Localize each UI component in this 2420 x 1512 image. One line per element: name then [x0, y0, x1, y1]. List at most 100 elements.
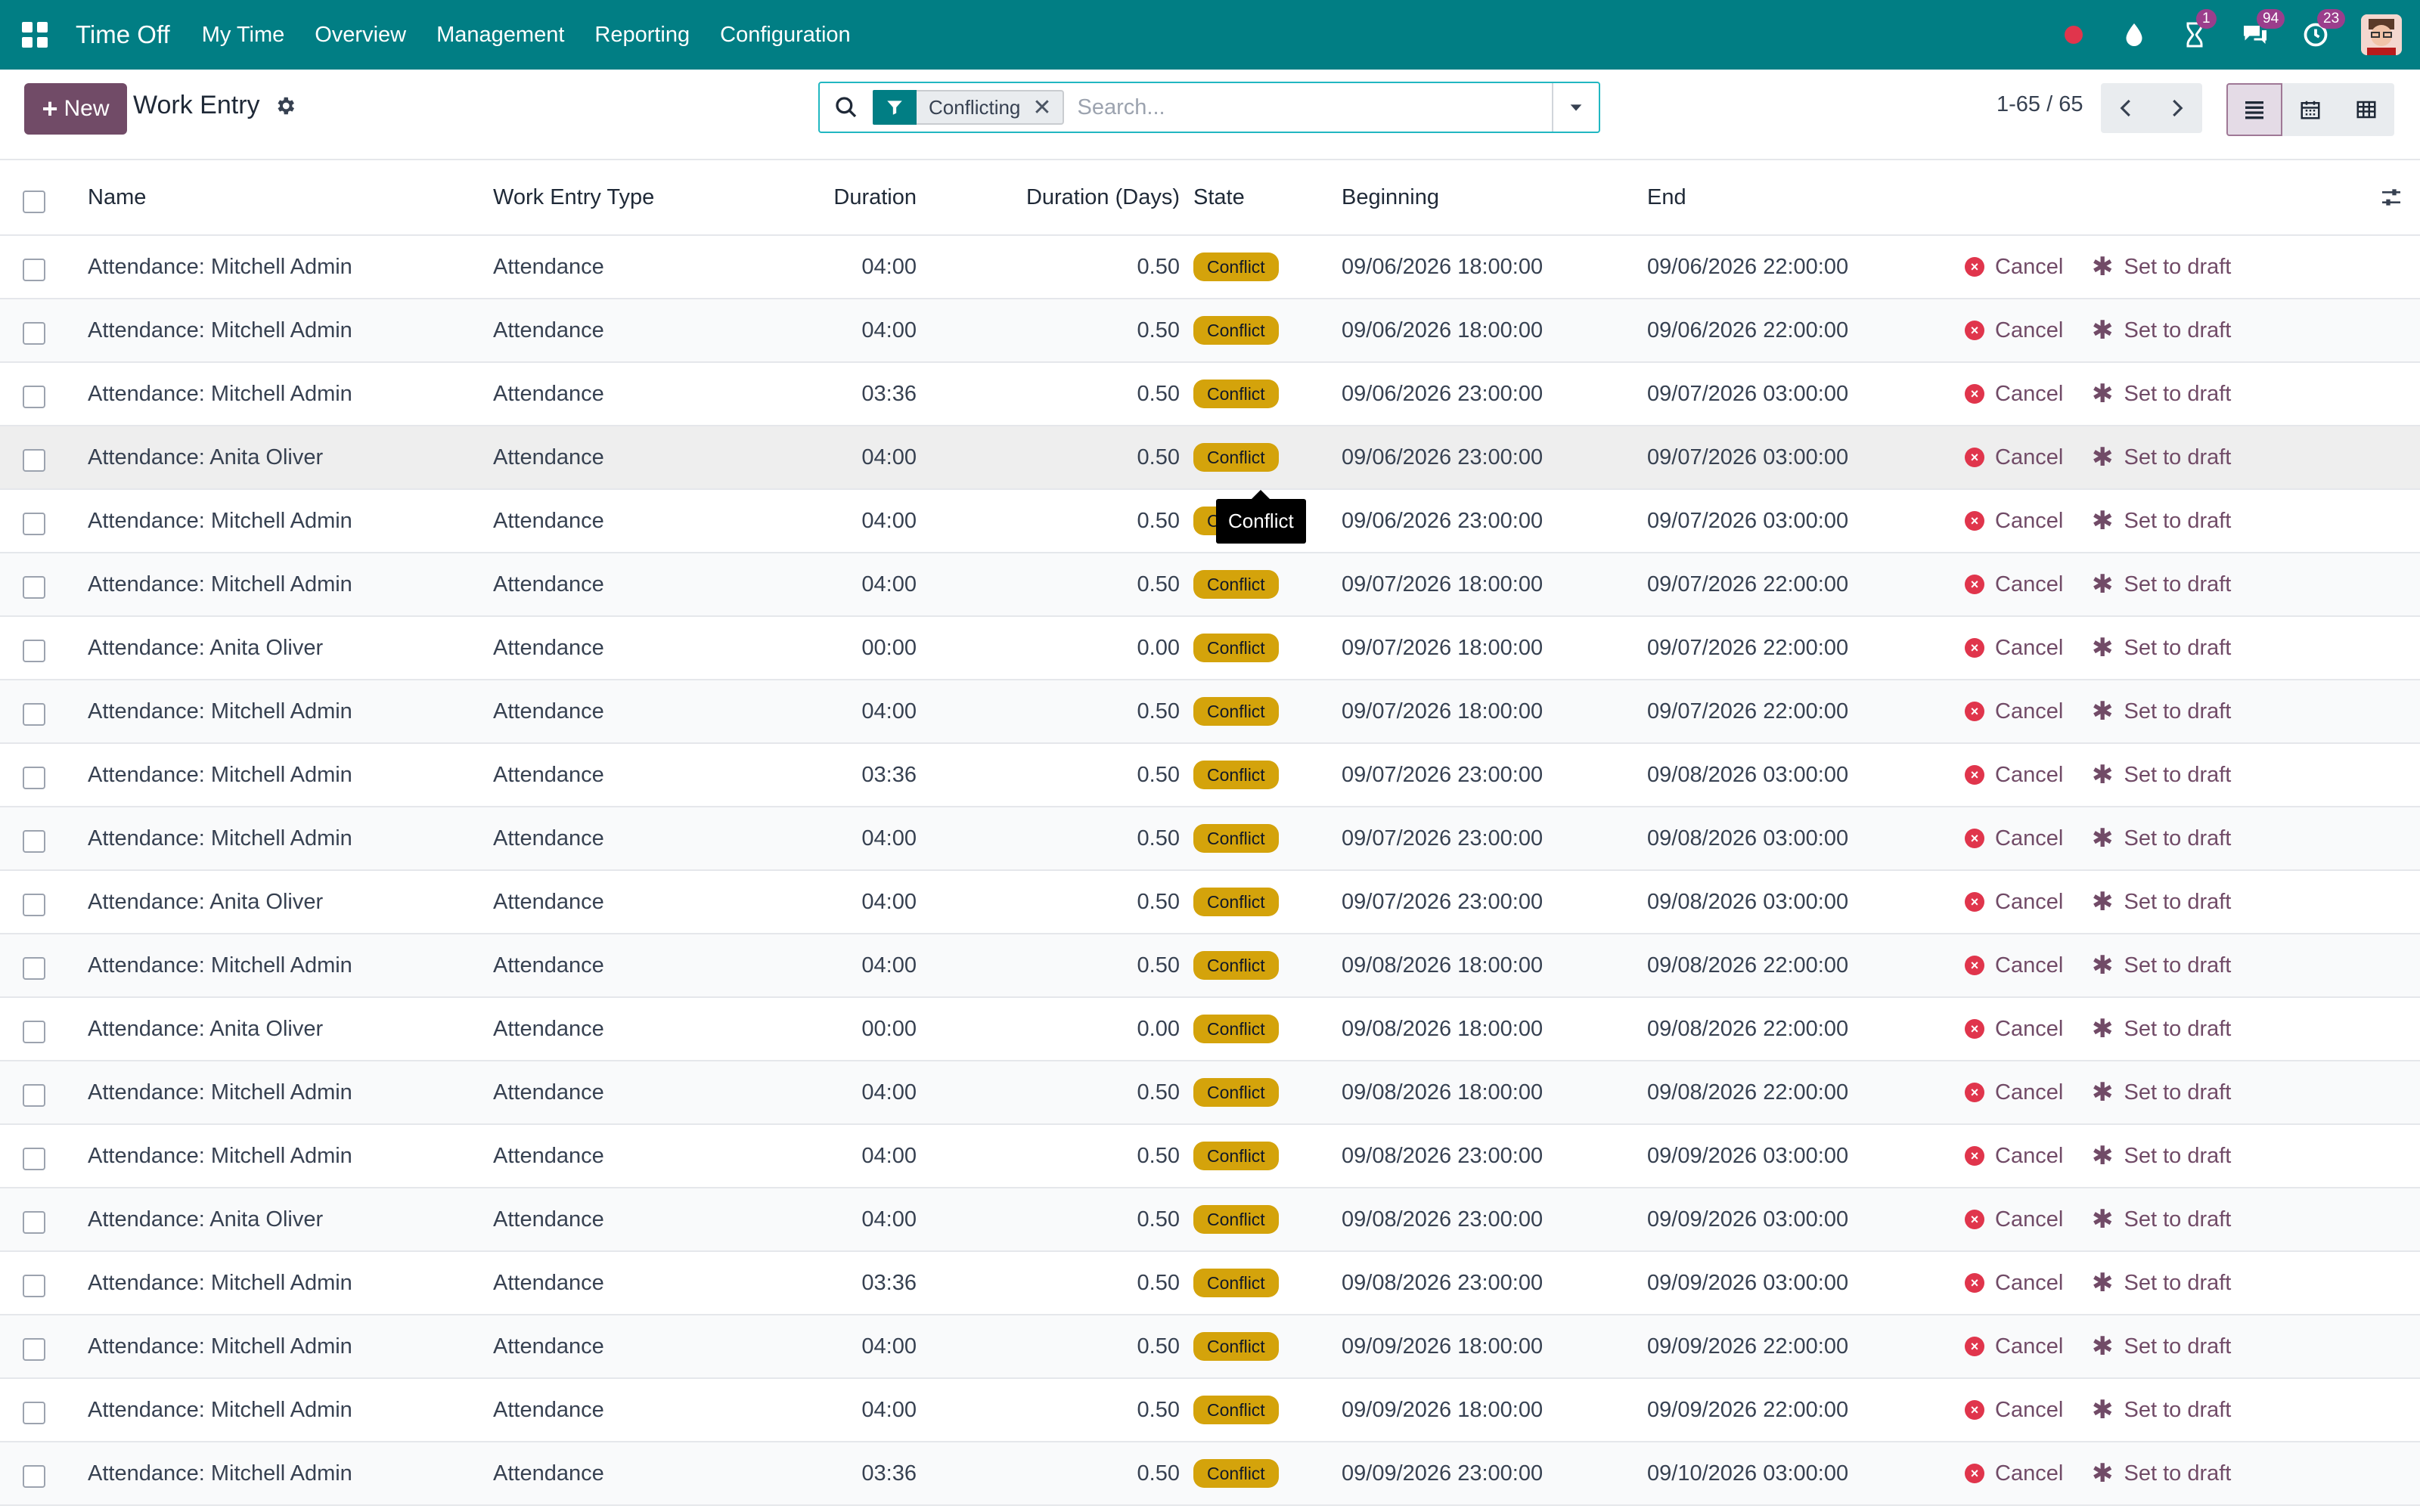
apps-menu-icon[interactable]: [0, 0, 70, 70]
set-to-draft-button[interactable]: ✱ Set to draft: [2092, 490, 2231, 552]
table-row[interactable]: Attendance: Mitchell Admin Attendance 04:0…: [0, 680, 2420, 744]
set-to-draft-button[interactable]: ✱ Set to draft: [2092, 934, 2231, 996]
cancel-button[interactable]: × Cancel: [1965, 934, 2063, 996]
row-checkbox[interactable]: [23, 957, 45, 980]
column-header-end[interactable]: End: [1647, 160, 1686, 234]
row-checkbox[interactable]: [23, 513, 45, 535]
set-to-draft-button[interactable]: ✱ Set to draft: [2092, 1252, 2231, 1314]
cancel-button[interactable]: × Cancel: [1965, 426, 2063, 488]
row-checkbox[interactable]: [23, 703, 45, 726]
gear-icon[interactable]: [274, 94, 296, 117]
list-view-button[interactable]: [2226, 83, 2282, 136]
app-brand[interactable]: Time Off: [76, 20, 170, 49]
table-row[interactable]: Attendance: Anita Oliver Attendance 00:00 0…: [0, 617, 2420, 680]
set-to-draft-button[interactable]: ✱ Set to draft: [2092, 553, 2231, 615]
table-row[interactable]: Attendance: Mitchell Admin Attendance 03:3…: [0, 363, 2420, 426]
menu-management[interactable]: Management: [421, 23, 579, 48]
table-row[interactable]: Attendance: Mitchell Admin Attendance 03:3…: [0, 744, 2420, 807]
recording-dot-icon[interactable]: [2059, 20, 2089, 50]
column-header-name[interactable]: Name: [88, 160, 146, 234]
cancel-button[interactable]: × Cancel: [1965, 299, 2063, 361]
search-icon[interactable]: [820, 95, 873, 119]
calendar-view-button[interactable]: [2282, 83, 2338, 136]
cancel-button[interactable]: × Cancel: [1965, 680, 2063, 742]
set-to-draft-button[interactable]: ✱ Set to draft: [2092, 807, 2231, 869]
set-to-draft-button[interactable]: ✱ Set to draft: [2092, 426, 2231, 488]
pager-previous-button[interactable]: [2101, 83, 2152, 133]
set-to-draft-button[interactable]: ✱ Set to draft: [2092, 871, 2231, 933]
table-row[interactable]: Attendance: Mitchell Admin Attendance 04:0…: [0, 490, 2420, 553]
column-header-duration-days[interactable]: Duration (Days): [953, 160, 1180, 234]
row-checkbox[interactable]: [23, 830, 45, 853]
activity-hourglass-icon[interactable]: 1: [2180, 9, 2217, 50]
pager-value[interactable]: 1-65 / 65: [1996, 92, 2083, 117]
cancel-button[interactable]: × Cancel: [1965, 1188, 2063, 1250]
set-to-draft-button[interactable]: ✱ Set to draft: [2092, 680, 2231, 742]
pager-next-button[interactable]: [2151, 83, 2202, 133]
column-header-beginning[interactable]: Beginning: [1342, 160, 1439, 234]
set-to-draft-button[interactable]: ✱ Set to draft: [2092, 1061, 2231, 1123]
column-header-duration[interactable]: Duration: [756, 160, 917, 234]
cancel-button[interactable]: × Cancel: [1965, 807, 2063, 869]
row-checkbox[interactable]: [23, 386, 45, 408]
cancel-button[interactable]: × Cancel: [1965, 553, 2063, 615]
set-to-draft-button[interactable]: ✱ Set to draft: [2092, 617, 2231, 679]
table-row[interactable]: Attendance: Mitchell Admin Attendance 04:0…: [0, 553, 2420, 617]
table-row[interactable]: Attendance: Mitchell Admin Attendance 04:0…: [0, 299, 2420, 363]
cancel-button[interactable]: × Cancel: [1965, 617, 2063, 679]
column-header-type[interactable]: Work Entry Type: [493, 160, 654, 234]
row-checkbox[interactable]: [23, 1148, 45, 1170]
table-row[interactable]: Attendance: Mitchell Admin Attendance 04:0…: [0, 1379, 2420, 1442]
row-checkbox[interactable]: [23, 640, 45, 662]
row-checkbox[interactable]: [23, 1338, 45, 1361]
cancel-button[interactable]: × Cancel: [1965, 871, 2063, 933]
row-checkbox[interactable]: [23, 767, 45, 789]
menu-my-time[interactable]: My Time: [187, 23, 300, 48]
search-input[interactable]: [1063, 94, 1552, 121]
remove-facet-icon[interactable]: ✕: [1032, 94, 1062, 121]
table-row[interactable]: Attendance: Mitchell Admin Attendance 04:0…: [0, 236, 2420, 299]
cancel-button[interactable]: × Cancel: [1965, 236, 2063, 298]
row-checkbox[interactable]: [23, 1402, 45, 1424]
table-row[interactable]: Attendance: Anita Oliver Attendance 04:00 0…: [0, 426, 2420, 490]
menu-reporting[interactable]: Reporting: [579, 23, 705, 48]
cancel-button[interactable]: × Cancel: [1965, 1442, 2063, 1504]
set-to-draft-button[interactable]: ✱ Set to draft: [2092, 1125, 2231, 1187]
row-checkbox[interactable]: [23, 1275, 45, 1297]
row-checkbox[interactable]: [23, 322, 45, 345]
table-row[interactable]: Attendance: Anita Oliver Attendance 04:00 0…: [0, 1188, 2420, 1252]
cancel-button[interactable]: × Cancel: [1965, 744, 2063, 806]
pivot-view-button[interactable]: [2338, 83, 2394, 136]
table-row[interactable]: Attendance: Mitchell Admin Attendance 04:0…: [0, 934, 2420, 998]
row-checkbox[interactable]: [23, 576, 45, 599]
cancel-button[interactable]: × Cancel: [1965, 998, 2063, 1060]
table-row[interactable]: Attendance: Mitchell Admin Attendance 04:0…: [0, 1315, 2420, 1379]
set-to-draft-button[interactable]: ✱ Set to draft: [2092, 236, 2231, 298]
cancel-button[interactable]: × Cancel: [1965, 1252, 2063, 1314]
user-avatar[interactable]: [2361, 14, 2402, 55]
table-row[interactable]: Attendance: Mitchell Admin Attendance 04:0…: [0, 1061, 2420, 1125]
set-to-draft-button[interactable]: ✱ Set to draft: [2092, 363, 2231, 425]
row-checkbox[interactable]: [23, 1211, 45, 1234]
clock-icon[interactable]: 23: [2301, 9, 2346, 50]
set-to-draft-button[interactable]: ✱ Set to draft: [2092, 1315, 2231, 1377]
messages-icon[interactable]: 94: [2240, 9, 2285, 50]
column-header-state[interactable]: State: [1193, 160, 1245, 234]
table-row[interactable]: Attendance: Anita Oliver Attendance 04:00 0…: [0, 871, 2420, 934]
cancel-button[interactable]: × Cancel: [1965, 363, 2063, 425]
menu-configuration[interactable]: Configuration: [705, 23, 866, 48]
set-to-draft-button[interactable]: ✱ Set to draft: [2092, 744, 2231, 806]
row-checkbox[interactable]: [23, 1465, 45, 1488]
set-to-draft-button[interactable]: ✱ Set to draft: [2092, 1442, 2231, 1504]
table-row[interactable]: Attendance: Mitchell Admin Attendance 03:3…: [0, 1252, 2420, 1315]
table-row[interactable]: Attendance: Mitchell Admin Attendance 04:0…: [0, 807, 2420, 871]
cancel-button[interactable]: × Cancel: [1965, 1061, 2063, 1123]
table-row[interactable]: Attendance: Mitchell Admin Attendance 04:0…: [0, 1125, 2420, 1188]
row-checkbox[interactable]: [23, 1084, 45, 1107]
menu-overview[interactable]: Overview: [299, 23, 421, 48]
cancel-button[interactable]: × Cancel: [1965, 1315, 2063, 1377]
new-button[interactable]: + New: [24, 83, 127, 135]
row-checkbox[interactable]: [23, 1021, 45, 1043]
row-checkbox[interactable]: [23, 894, 45, 916]
cancel-button[interactable]: × Cancel: [1965, 1379, 2063, 1441]
